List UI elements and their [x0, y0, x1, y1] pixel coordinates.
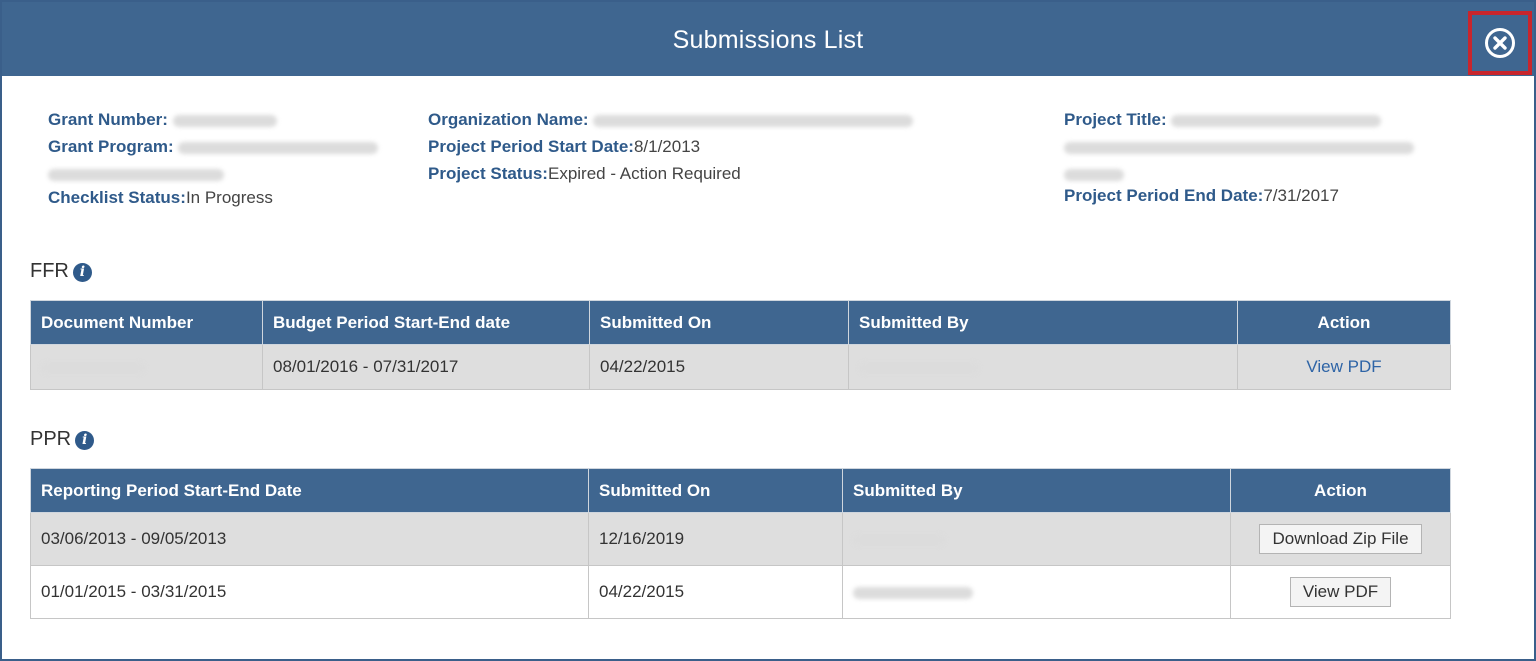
project-period-start-label: Project Period Start Date: — [428, 137, 634, 156]
ffr-header-row: Document Number Budget Period Start-End … — [30, 300, 1451, 345]
ppr-table: Reporting Period Start-End Date Submitte… — [30, 468, 1451, 619]
view-pdf-link[interactable]: View PDF — [1306, 357, 1381, 376]
project-title-label: Project Title: — [1064, 110, 1167, 129]
details-column-middle: Organization Name: Project Period Start … — [428, 106, 988, 187]
ffr-submitted-on-cell: 04/22/2015 — [589, 344, 849, 390]
submitted-by-redacted — [853, 533, 945, 546]
checklist-status-label: Checklist Status: — [48, 188, 186, 207]
table-row: 03/06/2013 - 09/05/2013 12/16/2019 Downl… — [30, 512, 1451, 566]
ppr-action-cell: View PDF — [1230, 565, 1451, 619]
grant-program-redacted-continued — [48, 168, 224, 181]
ffr-col-document-number: Document Number — [30, 300, 263, 345]
ppr-reporting-period-cell: 03/06/2013 - 09/05/2013 — [30, 512, 589, 566]
project-title-redacted — [1171, 114, 1382, 127]
project-title-row: Project Title: — [1064, 106, 1464, 133]
organization-name-label: Organization Name: — [428, 110, 589, 129]
ppr-header-row: Reporting Period Start-End Date Submitte… — [30, 468, 1451, 513]
project-title-redacted-continued — [1064, 141, 1414, 154]
download-zip-file-button[interactable]: Download Zip File — [1259, 524, 1422, 554]
ffr-section-title: FFR i — [30, 260, 92, 283]
modal-header: Submissions List — [2, 2, 1534, 76]
info-icon[interactable]: i — [72, 263, 92, 282]
ffr-title: FFR — [30, 260, 69, 282]
ppr-submitted-by-cell — [842, 512, 1231, 566]
project-title-row-continued — [1064, 133, 1464, 160]
ppr-action-cell: Download Zip File — [1230, 512, 1451, 566]
info-icon[interactable]: i — [75, 431, 95, 450]
project-period-start-row: Project Period Start Date:8/1/2013 — [428, 133, 988, 160]
ppr-col-submitted-on: Submitted On — [588, 468, 843, 513]
submitted-by-redacted — [853, 586, 973, 599]
ffr-col-submitted-by: Submitted By — [848, 300, 1238, 345]
project-status-value: Expired - Action Required — [547, 164, 741, 183]
ffr-col-budget-period: Budget Period Start-End date — [262, 300, 590, 345]
ffr-col-submitted-on: Submitted On — [589, 300, 849, 345]
modal-title: Submissions List — [672, 26, 864, 54]
checklist-status-value: In Progress — [185, 188, 273, 207]
ppr-submitted-on-cell: 04/22/2015 — [588, 565, 843, 619]
checklist-status-row: Checklist Status:In Progress — [48, 184, 408, 211]
grant-program-redacted — [178, 141, 379, 154]
ppr-title: PPR — [30, 428, 72, 450]
ffr-budget-period-cell: 08/01/2016 - 07/31/2017 — [262, 344, 590, 390]
project-period-start-value: 8/1/2013 — [633, 137, 701, 156]
grant-program-row-continued — [48, 160, 408, 187]
project-title-row-continued-2 — [1064, 160, 1464, 182]
ppr-reporting-period-cell: 01/01/2015 - 03/31/2015 — [30, 565, 589, 619]
grant-number-label: Grant Number: — [48, 110, 168, 129]
ppr-col-action: Action — [1230, 468, 1451, 513]
project-period-end-row: Project Period End Date:7/31/2017 — [1064, 182, 1464, 209]
ppr-submitted-on-cell: 12/16/2019 — [588, 512, 843, 566]
ppr-col-reporting-period: Reporting Period Start-End Date — [30, 468, 589, 513]
ppr-col-submitted-by: Submitted By — [842, 468, 1231, 513]
close-icon[interactable] — [1485, 28, 1515, 58]
project-period-end-value: 7/31/2017 — [1263, 186, 1339, 205]
view-pdf-button[interactable]: View PDF — [1289, 577, 1392, 607]
grant-program-row: Grant Program: — [48, 133, 408, 160]
organization-name-redacted — [593, 114, 914, 127]
table-row: 01/01/2015 - 03/31/2015 04/22/2015 View … — [30, 565, 1451, 619]
grant-number-row: Grant Number: — [48, 106, 408, 133]
submissions-modal: Submissions List Grant Number: Grant Pro… — [0, 0, 1536, 661]
ppr-submitted-by-cell — [842, 565, 1231, 619]
ffr-document-number-cell — [30, 344, 263, 390]
project-title-redacted-continued-2 — [1064, 168, 1124, 181]
ffr-submitted-by-cell — [848, 344, 1238, 390]
project-status-row: Project Status:Expired - Action Required — [428, 160, 988, 187]
project-period-end-label: Project Period End Date: — [1064, 186, 1264, 205]
ffr-col-action: Action — [1237, 300, 1451, 345]
details-column-left: Grant Number: Grant Program: Checklist S… — [48, 106, 408, 211]
grant-number-redacted — [172, 114, 277, 127]
close-button[interactable] — [1468, 11, 1532, 75]
details-column-right: Project Title: Project Period End Date:7… — [1064, 106, 1464, 209]
ppr-section-title: PPR i — [30, 428, 95, 451]
submitted-by-redacted — [859, 361, 979, 374]
ffr-action-cell: View PDF — [1237, 344, 1451, 390]
grant-program-label: Grant Program: — [48, 137, 174, 156]
ffr-table: Document Number Budget Period Start-End … — [30, 300, 1451, 390]
project-status-label: Project Status: — [428, 164, 548, 183]
organization-name-row: Organization Name: — [428, 106, 988, 133]
close-x-glyph — [1493, 36, 1507, 50]
table-row: 08/01/2016 - 07/31/2017 04/22/2015 View … — [30, 344, 1451, 390]
document-number-redacted — [41, 361, 145, 374]
